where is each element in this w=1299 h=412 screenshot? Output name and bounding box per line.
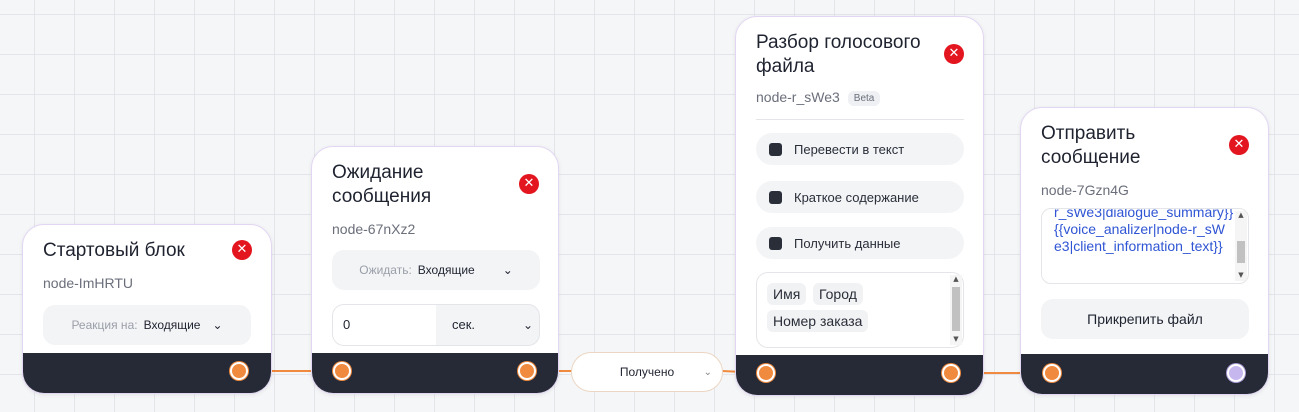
scroll-down-icon[interactable]: ▼	[1235, 271, 1247, 279]
checkbox[interactable]	[769, 190, 782, 204]
title-line: сообщения	[332, 186, 432, 207]
message-template-field[interactable]: r_sWe3|dialogue_summary}} {{voice_analiz…	[1041, 208, 1249, 284]
timeout-group: 0 сек. ⌄	[332, 304, 540, 346]
scroll-up-icon[interactable]: ▲	[1235, 211, 1247, 219]
condition-label: Получено	[619, 365, 675, 379]
wait-select[interactable]: Ожидать: Входящие ⌄	[332, 250, 540, 290]
option-label: Перевести в текст	[794, 141, 905, 157]
input-port[interactable]	[333, 362, 351, 380]
close-icon[interactable]: ✕	[944, 44, 964, 64]
node-id: node-67nXz2	[332, 221, 416, 237]
tag-chip[interactable]: Номер заказа	[767, 310, 869, 332]
attach-file-button[interactable]: Прикрепить файл	[1041, 299, 1249, 339]
title-line: файла	[756, 56, 815, 77]
scroll-thumb[interactable]	[952, 287, 960, 331]
input-port[interactable]	[757, 364, 775, 382]
node-title: Разбор голосового файла	[756, 31, 921, 79]
template-line: {{voice_analizer|node-r_sWe3|client_info…	[1054, 221, 1225, 254]
beta-badge: Beta	[847, 91, 881, 106]
option-translate[interactable]: Перевести в текст	[756, 133, 964, 165]
chevron-down-icon: ⌄	[703, 366, 712, 378]
node-voice-analyzer[interactable]: Разбор голосового файла ✕ node-r_sWe3 Bet…	[735, 16, 984, 396]
timeout-unit-value: сек.	[452, 317, 476, 332]
option-summary[interactable]: Краткое содержание	[756, 181, 964, 213]
close-icon[interactable]: ✕	[519, 174, 539, 194]
template-text: r_sWe3|dialogue_summary}} {{voice_analiz…	[1054, 208, 1234, 255]
scroll-thumb[interactable]	[1237, 241, 1245, 263]
node-id: node-7Gzn4G	[1041, 182, 1129, 198]
template-line: r_sWe3|dialogue_summary}}	[1054, 208, 1234, 220]
close-icon[interactable]: ✕	[1229, 135, 1249, 155]
node-id-text: node-r_sWe3	[756, 89, 840, 105]
node-id: node-ImHRTU	[43, 275, 133, 291]
chevron-down-icon: ⌄	[212, 318, 223, 332]
scrollbar[interactable]: ▲ ▼	[950, 275, 962, 345]
reaction-label: Реакция на:	[71, 318, 138, 332]
title-line: Отправить	[1041, 123, 1136, 144]
condition-received-select[interactable]: Получено ⌄	[571, 352, 723, 392]
tag-chip[interactable]: Город	[813, 283, 863, 305]
option-label: Краткое содержание	[794, 189, 919, 205]
node-title: Отправить сообщение	[1041, 122, 1140, 170]
output-port[interactable]	[518, 362, 536, 380]
option-label: Получить данные	[794, 235, 901, 251]
title-line: сообщение	[1041, 147, 1141, 168]
node-title: Ожидание сообщения	[332, 161, 431, 209]
node-send-message[interactable]: Отправить сообщение ✕ node-7Gzn4G r_sWe3…	[1020, 107, 1269, 395]
close-icon[interactable]: ✕	[232, 240, 252, 260]
divider	[756, 119, 964, 120]
wait-label: Ожидать:	[359, 263, 412, 277]
input-port[interactable]	[1043, 364, 1061, 382]
chevron-down-icon: ⌄	[522, 318, 533, 332]
timeout-unit-select[interactable]: сек. ⌄	[436, 305, 539, 345]
node-title: Стартовый блок	[43, 240, 185, 261]
checkbox[interactable]	[769, 142, 782, 156]
timeout-input[interactable]: 0	[333, 305, 436, 345]
title-line: Разбор голосового	[756, 32, 921, 53]
output-port[interactable]	[1227, 364, 1245, 382]
node-id: node-r_sWe3 Beta	[756, 89, 881, 106]
reaction-value: Входящие	[143, 318, 201, 332]
scroll-down-icon[interactable]: ▼	[950, 335, 962, 343]
reaction-select[interactable]: Реакция на: Входящие ⌄	[43, 305, 251, 345]
option-extract-data[interactable]: Получить данные	[756, 227, 964, 259]
title-line: Ожидание	[332, 162, 424, 183]
chevron-down-icon: ⌄	[502, 263, 513, 277]
output-port[interactable]	[942, 364, 960, 382]
wait-value: Входящие	[417, 263, 475, 277]
checkbox[interactable]	[769, 236, 782, 250]
scroll-up-icon[interactable]: ▲	[950, 275, 962, 283]
tag-chip[interactable]: Имя	[767, 283, 807, 305]
tags-field[interactable]: Имя Город Номер заказа ▲ ▼	[756, 272, 964, 348]
node-wait-message[interactable]: Ожидание сообщения ✕ node-67nXz2 Ожидать…	[311, 146, 559, 394]
scrollbar[interactable]: ▲ ▼	[1235, 211, 1247, 281]
output-port[interactable]	[230, 362, 248, 380]
